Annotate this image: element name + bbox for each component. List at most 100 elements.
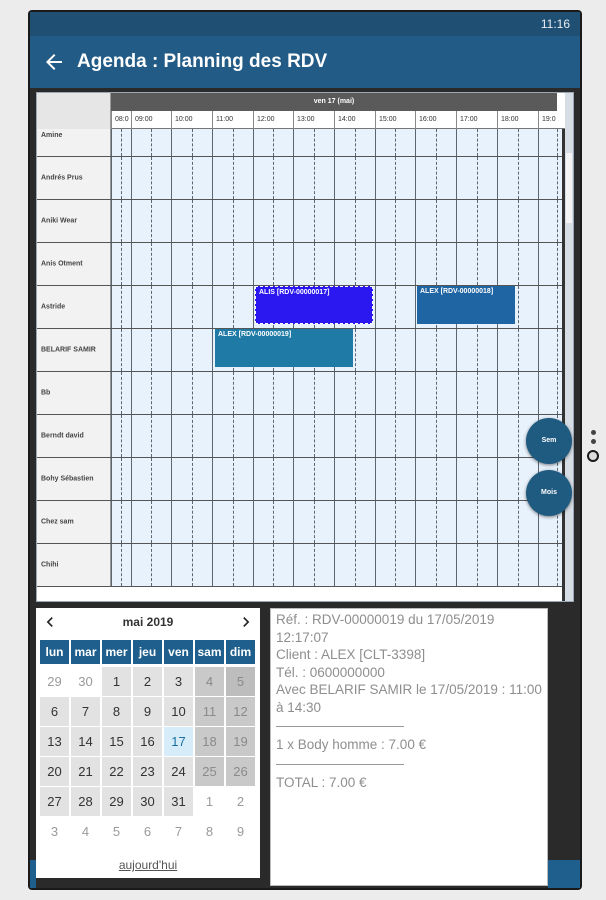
calendar-day[interactable]: 27	[40, 787, 69, 816]
half-hour-gridline	[556, 200, 558, 242]
calendar-day[interactable]: 4	[71, 817, 100, 846]
resource-name-label: Andrés Prus	[41, 174, 83, 182]
calendar-day[interactable]: 5	[102, 817, 131, 846]
calendar-day[interactable]: 28	[71, 787, 100, 816]
hour-label: 15:00	[375, 111, 415, 129]
scheduler-scrollbar[interactable]	[565, 93, 573, 601]
calendar-day[interactable]: 7	[71, 697, 100, 726]
calendar-day[interactable]: 24	[164, 757, 193, 786]
calendar-day[interactable]: 10	[164, 697, 193, 726]
half-hour-gridline	[435, 458, 437, 500]
hour-gridline	[293, 129, 294, 156]
time-slots[interactable]	[111, 501, 567, 543]
calendar-day[interactable]: 1	[195, 787, 224, 816]
calendar-day[interactable]: 11	[195, 697, 224, 726]
weekday-header: mar	[71, 640, 100, 664]
calendar-day[interactable]: 12	[226, 697, 255, 726]
half-hour-gridline	[517, 544, 519, 586]
calendar-day[interactable]: 5	[226, 667, 255, 696]
hour-gridline	[212, 458, 213, 500]
half-hour-gridline	[191, 329, 193, 371]
calendar-day[interactable]: 22	[102, 757, 131, 786]
calendar-day[interactable]: 17	[164, 727, 193, 756]
calendar-day[interactable]: 3	[164, 667, 193, 696]
half-hour-gridline	[151, 243, 152, 285]
hour-label: 09:00	[131, 111, 171, 129]
time-slots[interactable]	[111, 129, 567, 156]
mini-calendar: mai 2019 lun mar mer jeu ven sam dim 29 30 1 2 3 4 5 6…	[36, 608, 260, 878]
calendar-day[interactable]: 2	[133, 667, 162, 696]
hour-gridline	[375, 129, 376, 156]
calendar-day[interactable]: 15	[102, 727, 131, 756]
calendar-day[interactable]: 29	[40, 667, 69, 696]
hour-gridline	[212, 415, 213, 457]
calendar-day[interactable]: 9	[133, 697, 162, 726]
half-hour-gridline	[395, 243, 396, 285]
hour-gridline	[111, 329, 112, 371]
half-hour-gridline	[517, 415, 519, 457]
hour-gridline	[111, 372, 112, 414]
hour-gridline	[111, 157, 112, 199]
appointment-event[interactable]: ALEX [RDV-00000018]	[417, 286, 515, 324]
time-slots[interactable]	[111, 544, 567, 586]
scheduler-hour-header: 08:0 09:00 10:00 11:00 12:00 13:00 14:00 15:00 1…	[111, 111, 573, 129]
half-hour-gridline	[121, 286, 122, 328]
calendar-day[interactable]: 8	[195, 817, 224, 846]
calendar-day[interactable]: 25	[195, 757, 224, 786]
calendar-day[interactable]: 6	[40, 697, 69, 726]
calendar-day[interactable]: 18	[195, 727, 224, 756]
calendar-day[interactable]: 26	[226, 757, 255, 786]
calendar-day[interactable]: 19	[226, 727, 255, 756]
hour-gridline	[415, 415, 416, 457]
calendar-day[interactable]: 9	[226, 817, 255, 846]
calendar-day[interactable]: 2	[226, 787, 255, 816]
calendar-day[interactable]: 31	[164, 787, 193, 816]
arrow-left-icon[interactable]	[42, 50, 66, 74]
time-slots[interactable]	[111, 200, 567, 242]
appointment-event[interactable]: ALIS [RDV-00000017]	[255, 286, 373, 324]
calendar-day[interactable]: 16	[133, 727, 162, 756]
calendar-day[interactable]: 8	[102, 697, 131, 726]
calendar-day[interactable]: 30	[133, 787, 162, 816]
calendar-day[interactable]: 23	[133, 757, 162, 786]
hour-gridline	[375, 200, 376, 242]
calendar-day[interactable]: 20	[40, 757, 69, 786]
calendar-day[interactable]: 21	[71, 757, 100, 786]
hour-gridline	[538, 129, 539, 156]
hour-gridline	[111, 200, 112, 242]
month-view-button[interactable]: Mois	[526, 470, 572, 516]
half-hour-gridline	[517, 157, 519, 199]
today-link[interactable]: aujourd'hui	[36, 858, 260, 872]
hour-gridline	[171, 286, 172, 328]
half-hour-gridline	[476, 243, 478, 285]
chevron-right-icon[interactable]	[236, 612, 256, 632]
hour-label: 11:00	[212, 111, 253, 129]
half-hour-gridline	[476, 415, 478, 457]
hour-gridline	[293, 501, 294, 543]
time-slots[interactable]	[111, 243, 567, 285]
time-slots[interactable]	[111, 458, 567, 500]
calendar-day[interactable]: 7	[164, 817, 193, 846]
calendar-day[interactable]: 4	[195, 667, 224, 696]
resource-name: Anis Otment	[37, 243, 111, 285]
week-view-button[interactable]: Sem	[526, 418, 572, 464]
half-hour-gridline	[191, 372, 193, 414]
hour-gridline	[212, 200, 213, 242]
half-hour-gridline	[232, 157, 234, 199]
calendar-day[interactable]: 6	[133, 817, 162, 846]
calendar-day[interactable]: 3	[40, 817, 69, 846]
calendar-day[interactable]: 29	[102, 787, 131, 816]
half-hour-gridline	[354, 415, 356, 457]
time-slots[interactable]	[111, 157, 567, 199]
half-hour-gridline	[232, 286, 234, 328]
time-slots[interactable]	[111, 415, 567, 457]
calendar-day[interactable]: 14	[71, 727, 100, 756]
half-hour-gridline	[435, 372, 437, 414]
calendar-day[interactable]: 1	[102, 667, 131, 696]
appointment-event[interactable]: ALEX [RDV-00000019]	[215, 329, 353, 367]
half-hour-gridline	[313, 200, 315, 242]
scrollbar-thumb[interactable]	[566, 153, 572, 223]
time-slots[interactable]	[111, 372, 567, 414]
calendar-day[interactable]: 30	[71, 667, 100, 696]
calendar-day[interactable]: 13	[40, 727, 69, 756]
